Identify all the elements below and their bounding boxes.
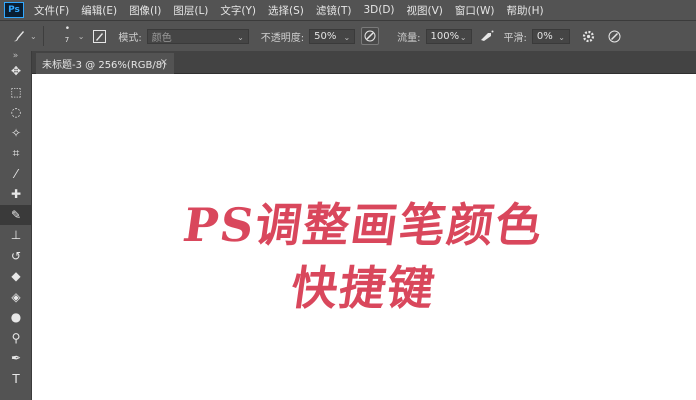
menu-layer[interactable]: 图层(L) (173, 3, 208, 18)
pressure-opacity-icon[interactable] (361, 27, 380, 45)
canvas-text-line-2: 快捷键 (287, 261, 440, 315)
menu-filter[interactable]: 滤镜(T) (316, 3, 352, 18)
menu-edit[interactable]: 编辑(E) (81, 3, 117, 18)
menu-view[interactable]: 视图(V) (407, 3, 443, 18)
brush-picker-caret-icon[interactable]: ⌄ (78, 32, 85, 41)
brush-size-value: 7 (64, 36, 70, 44)
menu-window[interactable]: 窗口(W) (455, 3, 495, 18)
type-tool-icon[interactable]: T (0, 369, 32, 390)
pen-tool-icon[interactable]: ✒ (0, 348, 32, 369)
dodge-tool-icon[interactable]: ⚲ (0, 328, 32, 349)
close-icon[interactable]: × (160, 57, 168, 68)
flow-label: 流量: (397, 32, 421, 44)
smoothing-input[interactable]: 0% ⌄ (531, 28, 570, 44)
move-tool-icon[interactable]: ✥ (0, 61, 32, 82)
brush-size-picker[interactable]: • 7 (58, 24, 76, 48)
menu-bar: Ps 文件(F) 编辑(E) 图像(I) 图层(L) 文字(Y) 选择(S) 滤… (0, 0, 696, 20)
collapse-panel-icon[interactable]: » (0, 51, 31, 61)
mode-select[interactable]: 颜色 ⌄ (146, 28, 249, 44)
airbrush-icon[interactable] (478, 27, 496, 45)
menu-select[interactable]: 选择(S) (268, 3, 304, 18)
divider (42, 26, 44, 46)
crop-tool-icon[interactable]: ⌗ (0, 143, 32, 164)
paint-bucket-tool-icon[interactable]: ◈ (0, 287, 32, 308)
mode-value: 颜色 (151, 32, 172, 44)
options-bar: ⌄ • 7 ⌄ 模式: 颜色 ⌄ 不透明度: 50% ⌄ 流量: 100% ⌄ … (0, 20, 696, 51)
eraser-tool-icon[interactable]: ◆ (0, 266, 32, 287)
chevron-down-icon: ⌄ (459, 32, 467, 42)
magic-wand-tool-icon[interactable]: ✧ (0, 123, 32, 144)
chevron-down-icon: ⌄ (343, 32, 351, 42)
marquee-tool-icon[interactable]: ⬚ (0, 82, 32, 103)
smoothing-value: 0% (536, 30, 553, 42)
tool-preset-brush-icon[interactable] (10, 27, 28, 45)
menu-image[interactable]: 图像(I) (129, 3, 161, 18)
opacity-input[interactable]: 50% ⌄ (309, 28, 356, 44)
tools-panel: » ✥ ⬚ ◌ ✧ ⌗ ⁄ ✚ ✎ ⊥ ↺ ◆ ◈ ● ⚲ ✒ T (0, 51, 32, 400)
eyedropper-tool-icon[interactable]: ⁄ (0, 164, 32, 185)
chevron-down-icon: ⌄ (237, 32, 244, 42)
photoshop-logo-icon: Ps (4, 2, 24, 18)
menu-file[interactable]: 文件(F) (34, 3, 69, 18)
pressure-size-icon[interactable] (606, 27, 624, 45)
menu-type[interactable]: 文字(Y) (220, 3, 256, 18)
document-tab[interactable]: 未标题-3 @ 256%(RGB/8) × (36, 53, 174, 74)
document-tab-title: 未标题-3 @ 256%(RGB/8) (42, 60, 167, 71)
clone-stamp-tool-icon[interactable]: ⊥ (0, 225, 32, 246)
mode-label: 模式: (118, 32, 142, 44)
document-tab-bar: 未标题-3 @ 256%(RGB/8) × (32, 51, 696, 74)
lasso-tool-icon[interactable]: ◌ (0, 102, 32, 123)
canvas[interactable]: PS调整画笔颜色 快捷键 (32, 74, 696, 400)
smoothing-label: 平滑: (503, 32, 527, 44)
tool-preset-caret-icon[interactable]: ⌄ (30, 32, 37, 41)
flow-value: 100% (430, 30, 460, 42)
menu-help[interactable]: 帮助(H) (507, 3, 544, 18)
flow-input[interactable]: 100% ⌄ (425, 28, 472, 44)
brush-settings-panel-icon[interactable] (90, 27, 108, 45)
chevron-down-icon: ⌄ (558, 32, 565, 42)
brush-tool-icon[interactable]: ✎ (0, 204, 32, 225)
gear-icon[interactable] (580, 27, 598, 45)
brush-dot-icon: • (64, 24, 71, 34)
opacity-value: 50% (314, 30, 337, 42)
healing-brush-tool-icon[interactable]: ✚ (0, 184, 32, 205)
menu-3d[interactable]: 3D(D) (363, 4, 394, 16)
opacity-label: 不透明度: (260, 32, 305, 44)
canvas-text-line-1: PS调整画笔颜色 (179, 198, 548, 252)
